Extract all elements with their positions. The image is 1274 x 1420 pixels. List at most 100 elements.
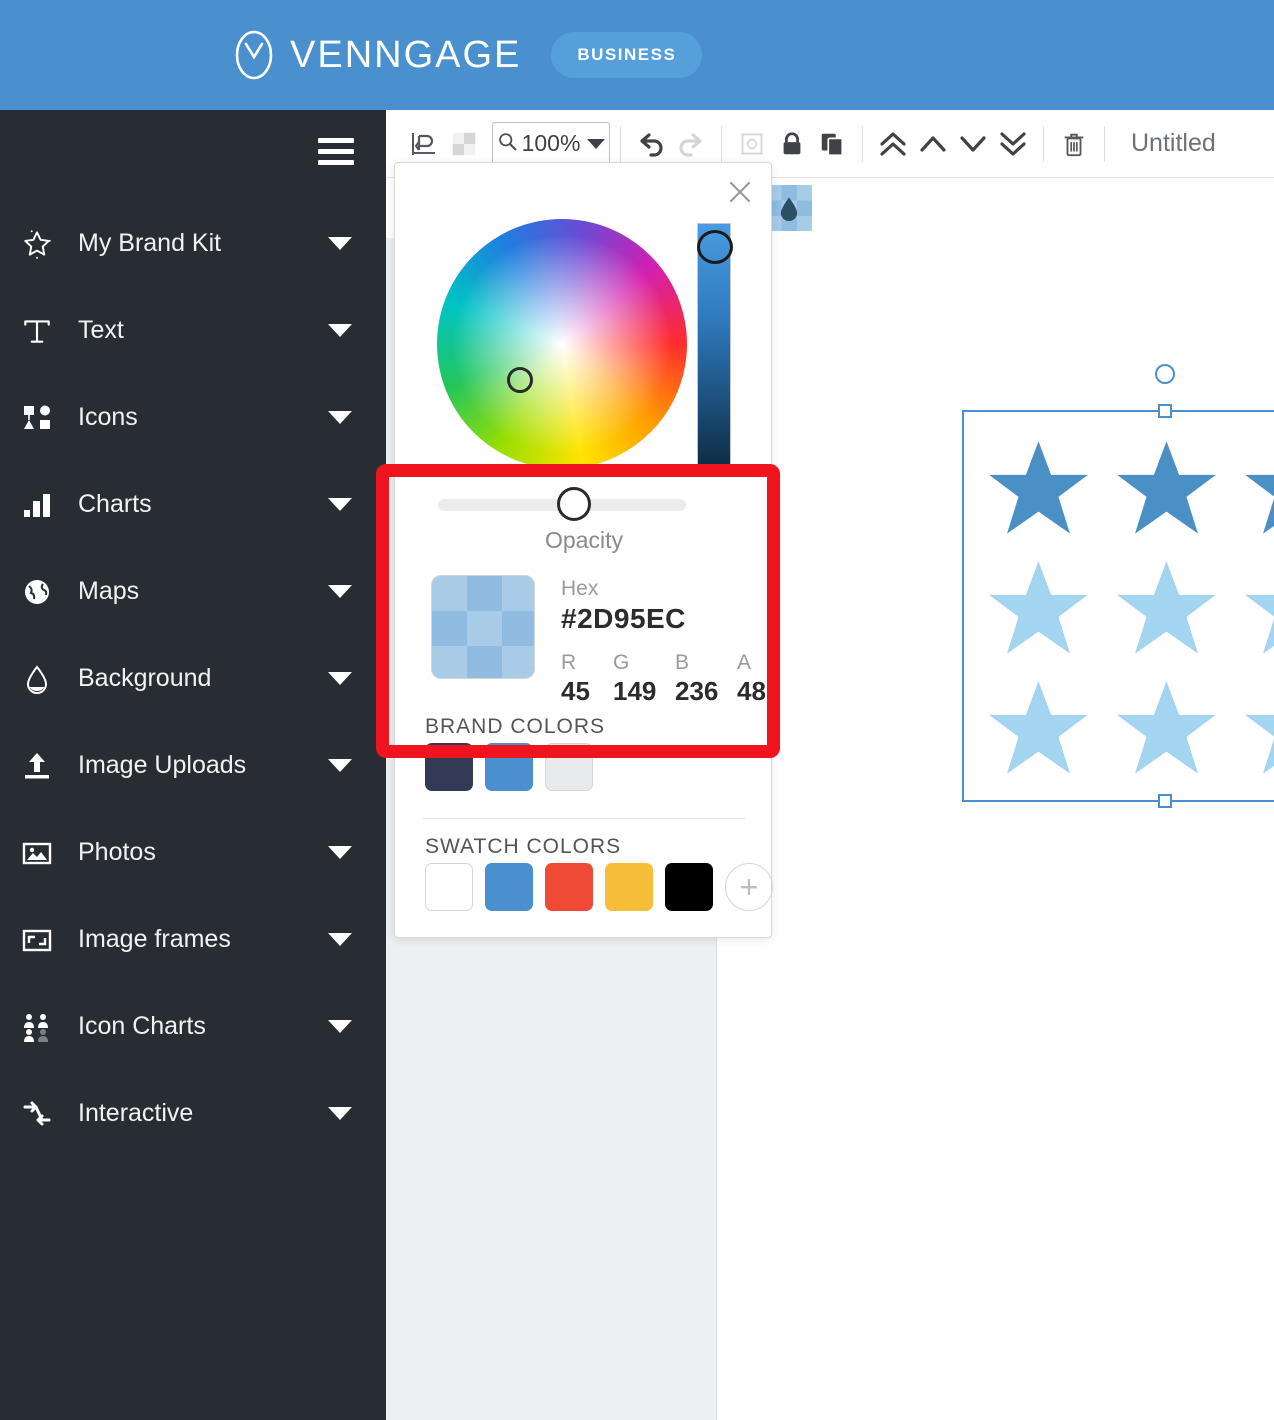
star-icon[interactable]: [1242, 558, 1274, 658]
resize-handle-top[interactable]: [1158, 404, 1172, 418]
resize-handle-bottom[interactable]: [1158, 794, 1172, 808]
star-icon[interactable]: [1114, 678, 1219, 778]
chevron-down-icon[interactable]: [328, 1020, 352, 1033]
star-icon[interactable]: [1114, 438, 1219, 538]
chevrons-up-icon[interactable]: [873, 122, 913, 166]
star-icon[interactable]: [986, 678, 1091, 778]
photo-icon: [14, 833, 60, 873]
chevron-down-icon[interactable]: [328, 672, 352, 685]
chevron-down-icon[interactable]: [953, 122, 993, 166]
sidebar-item-icon-charts[interactable]: Icon Charts: [0, 983, 386, 1070]
brightness-slider-thumb[interactable]: [697, 230, 733, 264]
zoom-control[interactable]: 100%: [492, 121, 610, 166]
people-chart-icon: [14, 1007, 60, 1047]
swatch-color[interactable]: [485, 863, 533, 911]
magnifier-icon: [497, 131, 518, 157]
color-wheel[interactable]: [437, 219, 687, 469]
sidebar-item-text[interactable]: Text: [0, 287, 386, 374]
brand-color-swatch[interactable]: [485, 743, 533, 791]
channel-label-g: G: [613, 651, 630, 674]
channel-value-a[interactable]: 48: [737, 676, 789, 707]
sidebar-item-photos[interactable]: Photos: [0, 809, 386, 896]
brand-area[interactable]: VENNGAGE BUSINESS: [232, 30, 703, 80]
channel-value-b[interactable]: 236: [675, 676, 737, 707]
sidebar-item-label: Interactive: [78, 1099, 194, 1127]
duplicate-icon[interactable]: [812, 122, 852, 166]
hamburger-icon[interactable]: [318, 138, 354, 171]
align-left-icon[interactable]: [404, 122, 444, 166]
undo-icon[interactable]: [631, 122, 671, 166]
channel-label-r: R: [561, 651, 577, 674]
sidebar-item-interactive[interactable]: Interactive: [0, 1070, 386, 1157]
brand-name: VENNGAGE: [290, 33, 522, 76]
chevron-up-icon[interactable]: [913, 122, 953, 166]
bar-chart-icon: [14, 485, 60, 525]
swatch-color[interactable]: [665, 863, 713, 911]
toolbar-divider: [1043, 125, 1044, 162]
rotate-handle-icon[interactable]: [1155, 364, 1175, 384]
sidebar-item-label: My Brand Kit: [78, 229, 222, 257]
main-area: 100% Untitled Opacity Hex #2D95EC R 45 G…: [386, 110, 1274, 1420]
left-sidebar: My Brand Kit Text Icons Charts Maps Back…: [0, 110, 386, 1420]
brightness-slider[interactable]: [697, 223, 733, 469]
sidebar-item-charts[interactable]: Charts: [0, 461, 386, 548]
hex-value[interactable]: #2D95EC: [561, 603, 789, 635]
channel-value-g[interactable]: 149: [613, 676, 675, 707]
color-wheel-cursor[interactable]: [507, 367, 533, 393]
chevrons-down-icon[interactable]: [993, 122, 1033, 166]
chevron-down-icon[interactable]: [328, 324, 352, 337]
star-icon[interactable]: [986, 558, 1091, 658]
brand-colors-title: BRAND COLORS: [425, 715, 606, 738]
sidebar-item-maps[interactable]: Maps: [0, 548, 386, 635]
lock-icon[interactable]: [772, 122, 812, 166]
color-wheel-row: [395, 219, 773, 469]
sidebar-item-image-uploads[interactable]: Image Uploads: [0, 722, 386, 809]
toolbar-divider: [862, 125, 863, 162]
opacity-slider-thumb[interactable]: [557, 487, 592, 521]
zoom-level-label: 100%: [521, 130, 581, 156]
hamburger-bar: [318, 138, 354, 143]
star-icon[interactable]: [1114, 558, 1219, 658]
chevron-down-icon[interactable]: [328, 585, 352, 598]
color-values: Hex #2D95EC R 45 G 149 B 236 A 48: [561, 575, 789, 707]
document-title[interactable]: Untitled: [1131, 129, 1216, 158]
brand-color-swatch[interactable]: [545, 743, 593, 791]
crop-frame-icon[interactable]: [732, 122, 772, 166]
plan-badge[interactable]: BUSINESS: [551, 32, 703, 78]
sidebar-item-image-frames[interactable]: Image frames: [0, 896, 386, 983]
close-x-icon[interactable]: [725, 177, 755, 207]
star-icon[interactable]: [1242, 678, 1274, 778]
droplet-icon: [14, 659, 60, 699]
star-icon-chart[interactable]: [974, 428, 1274, 788]
swatch-color[interactable]: [425, 863, 473, 911]
color-picker-panel: Opacity Hex #2D95EC R 45 G 149 B 236 A 4…: [394, 162, 773, 938]
sidebar-item-background[interactable]: Background: [0, 635, 386, 722]
hamburger-bar: [318, 149, 354, 154]
channel-value-r[interactable]: 45: [561, 676, 613, 707]
chevron-down-icon[interactable]: [328, 933, 352, 946]
chevron-down-icon[interactable]: [328, 411, 352, 424]
globe-icon: [14, 572, 60, 612]
brand-color-swatch[interactable]: [425, 743, 473, 791]
star-icon[interactable]: [986, 438, 1091, 538]
toolbar-divider: [721, 125, 722, 162]
plus-circle-icon[interactable]: +: [725, 863, 773, 911]
shuffle-arrows-icon: [14, 1094, 60, 1134]
redo-icon[interactable]: [671, 122, 711, 166]
trash-icon[interactable]: [1054, 122, 1094, 166]
opacity-slider[interactable]: [438, 487, 686, 521]
star-icon[interactable]: [1242, 438, 1274, 538]
chevron-down-icon[interactable]: [328, 1107, 352, 1120]
sidebar-item-icons[interactable]: Icons: [0, 374, 386, 461]
chevron-down-icon[interactable]: [328, 237, 352, 250]
swatch-color[interactable]: [605, 863, 653, 911]
chevron-down-icon[interactable]: [328, 498, 352, 511]
sidebar-item-my-brand-kit[interactable]: My Brand Kit: [0, 200, 386, 287]
swatch-color[interactable]: [545, 863, 593, 911]
sidebar-item-label: Photos: [78, 838, 156, 866]
chevron-down-icon[interactable]: [328, 759, 352, 772]
sidebar-item-label: Maps: [78, 577, 140, 605]
checkerboard-icon[interactable]: [444, 122, 484, 166]
chevron-down-icon[interactable]: [328, 846, 352, 859]
chevron-down-icon[interactable]: [587, 138, 606, 149]
